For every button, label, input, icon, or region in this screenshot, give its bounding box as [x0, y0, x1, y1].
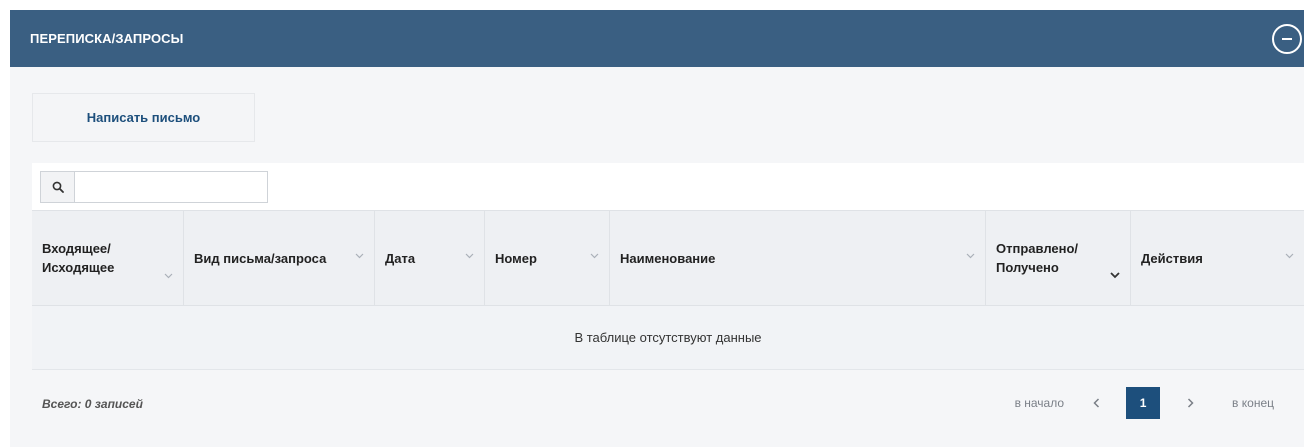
column-header-date[interactable]: Дата — [375, 211, 485, 305]
panel-header: ПЕРЕПИСКА/ЗАПРОСЫ — [10, 10, 1304, 67]
search-input[interactable] — [75, 172, 267, 202]
empty-table-message: В таблице отсутствуют данные — [32, 306, 1304, 370]
chevron-down-icon — [1110, 272, 1120, 279]
write-letter-button[interactable]: Написать письмо — [32, 93, 255, 142]
search-bar — [32, 163, 1304, 210]
collapse-button[interactable] — [1272, 24, 1302, 54]
pagination-current-page[interactable]: 1 — [1126, 387, 1161, 419]
column-header-label: Вид письма/запроса — [194, 250, 327, 266]
table-footer: Всего: 0 записей в начало 1 в конец — [32, 370, 1304, 437]
table-header: Входящее/ Исходящее Вид письма/запроса Д… — [32, 210, 1304, 306]
column-header-number[interactable]: Номер — [485, 211, 610, 305]
chevron-down-icon — [164, 273, 173, 279]
pagination-first[interactable]: в начало — [1015, 396, 1064, 410]
column-header-label: Номер — [495, 250, 537, 266]
pagination-last[interactable]: в конец — [1232, 396, 1274, 410]
chevron-down-icon — [966, 253, 975, 259]
panel-title: ПЕРЕПИСКА/ЗАПРОСЫ — [30, 31, 184, 46]
chevron-left-icon[interactable] — [1086, 393, 1106, 413]
pagination: в начало 1 в конец — [1015, 387, 1304, 419]
chevron-right-icon[interactable] — [1180, 393, 1200, 413]
column-header-label: Действия — [1141, 250, 1203, 266]
column-header-type[interactable]: Вид письма/запроса — [184, 211, 375, 305]
search-group — [40, 171, 268, 203]
data-table: Входящее/ Исходящее Вид письма/запроса Д… — [32, 163, 1304, 437]
chevron-down-icon — [355, 253, 364, 259]
column-header-actions[interactable]: Действия — [1131, 211, 1304, 305]
minus-icon — [1282, 38, 1292, 40]
column-header-label: Отправлено/ Получено — [996, 241, 1079, 275]
column-header-sent-received[interactable]: Отправлено/ Получено — [986, 211, 1131, 305]
search-icon[interactable] — [41, 172, 75, 202]
column-header-name[interactable]: Наименование — [610, 211, 986, 305]
column-header-label: Дата — [385, 250, 416, 266]
records-total: Всего: 0 записей — [42, 397, 143, 411]
column-header-direction[interactable]: Входящее/ Исходящее — [32, 211, 184, 305]
chevron-down-icon — [1285, 253, 1294, 259]
column-header-label: Наименование — [620, 250, 716, 266]
column-header-label: Входящее/ Исходящее — [42, 241, 115, 275]
chevron-down-icon — [465, 253, 474, 259]
panel-body: Написать письмо Входящее/ Исходящее Вид … — [10, 67, 1304, 447]
chevron-down-icon — [590, 253, 599, 259]
